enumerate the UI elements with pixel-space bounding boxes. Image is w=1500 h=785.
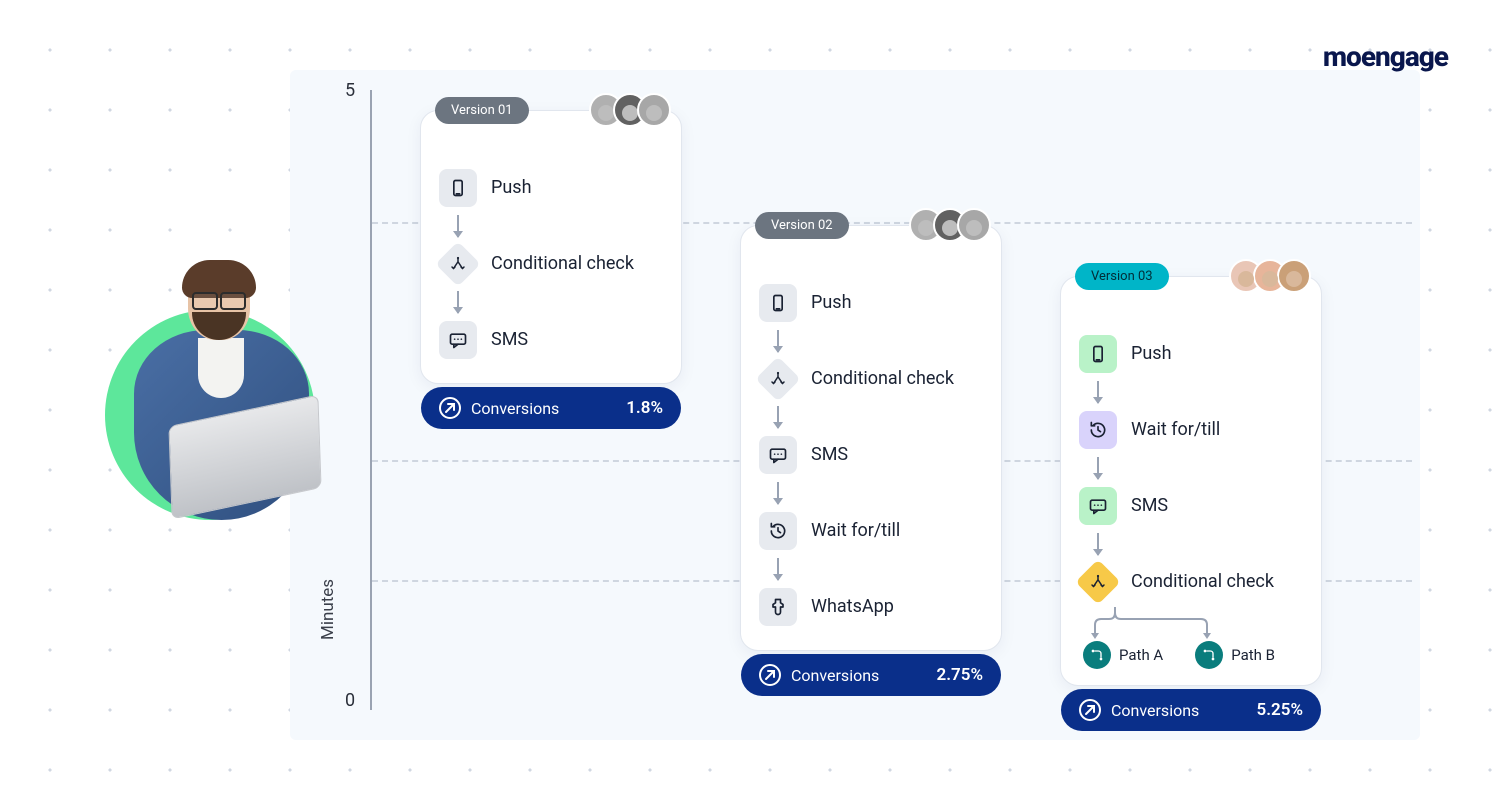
flow-step: SMS [1079, 487, 1303, 525]
path-icon [1195, 641, 1223, 669]
path-label: Path B [1231, 646, 1275, 664]
whatsapp-icon [759, 588, 797, 626]
flow-steps: Push Conditional check SMS Wait for/till Wha… [741, 270, 1001, 650]
brand-logo: moengage [1323, 40, 1448, 73]
arrow-up-right-icon [759, 664, 781, 686]
flow-step: SMS [759, 436, 983, 474]
sms-icon [439, 321, 477, 359]
step-label: Wait for/till [1131, 419, 1220, 441]
flow-step: Wait for/till [759, 512, 983, 550]
push-icon [759, 284, 797, 322]
conversion-label: Conversions [1111, 701, 1199, 720]
path-label: Path A [1119, 646, 1163, 664]
conversion-bar: Conversions 2.75% [741, 654, 1001, 696]
flow-step: Wait for/till [1079, 411, 1303, 449]
split-connector [1097, 609, 1257, 635]
conditional-icon [755, 356, 800, 401]
connector-arrow [457, 215, 459, 237]
version-pill: Version 02 [755, 212, 849, 239]
flow-steps: Push Wait for/till SMS Conditional check Pa… [1061, 321, 1321, 685]
wait-icon [1079, 411, 1117, 449]
conversion-bar: Conversions 1.8% [421, 387, 681, 429]
version-card-3: Version 03 PushWait for/tillSMSCondition… [1060, 276, 1322, 686]
step-label: SMS [811, 444, 848, 466]
version-pill: Version 03 [1075, 263, 1169, 290]
connector-arrow [777, 406, 779, 428]
flow-steps: Push Conditional check SMS [421, 155, 681, 383]
conversion-bar: Conversions 5.25% [1061, 689, 1321, 731]
version-card-2: Version 02 PushConditional checkSMSWait … [740, 225, 1002, 651]
version-pill: Version 01 [435, 97, 529, 124]
avatar [637, 93, 671, 127]
connector-arrow [1097, 457, 1099, 479]
conditional-icon [435, 241, 480, 286]
avatar-group [919, 208, 991, 242]
hero-image [95, 260, 335, 530]
step-label: Conditional check [1131, 571, 1274, 593]
sms-icon [759, 436, 797, 474]
y-axis-max: 5 [345, 80, 355, 101]
avatar-group [1239, 259, 1311, 293]
y-axis-title: Minutes [318, 579, 338, 640]
y-axis [370, 90, 372, 710]
connector-arrow [1097, 381, 1099, 403]
connector-arrow [1097, 533, 1099, 555]
avatar [957, 208, 991, 242]
step-label: SMS [1131, 495, 1168, 517]
connector-arrow [457, 291, 459, 313]
flow-step: Push [439, 169, 663, 207]
flow-step: SMS [439, 321, 663, 359]
flow-step: Conditional check [1079, 563, 1303, 601]
path-row: Path A Path B [1079, 635, 1303, 669]
connector-arrow [777, 558, 779, 580]
flow-step: Push [759, 284, 983, 322]
flow-step: Conditional check [439, 245, 663, 283]
path-a: Path A [1083, 641, 1163, 669]
y-axis-min: 0 [345, 690, 355, 711]
arrow-up-right-icon [439, 397, 461, 419]
sms-icon [1079, 487, 1117, 525]
path-icon [1083, 641, 1111, 669]
conversion-value: 2.75% [936, 665, 983, 685]
flow-step: Conditional check [759, 360, 983, 398]
connector-arrow [777, 330, 779, 352]
avatar-group [599, 93, 671, 127]
conversion-value: 5.25% [1256, 700, 1303, 720]
conversion-label: Conversions [471, 399, 559, 418]
step-label: SMS [491, 329, 528, 351]
step-label: WhatsApp [811, 596, 894, 618]
push-icon [439, 169, 477, 207]
path-b: Path B [1195, 641, 1275, 669]
step-label: Push [491, 177, 531, 199]
conditional-icon [1075, 559, 1120, 604]
wait-icon [759, 512, 797, 550]
step-label: Conditional check [491, 253, 634, 275]
step-label: Wait for/till [811, 520, 900, 542]
push-icon [1079, 335, 1117, 373]
conversion-label: Conversions [791, 666, 879, 685]
version-card-1: Version 01 PushConditional checkSMS Conv… [420, 110, 682, 384]
step-label: Push [1131, 343, 1171, 365]
conversion-value: 1.8% [626, 398, 663, 418]
avatar [1277, 259, 1311, 293]
arrow-up-right-icon [1079, 699, 1101, 721]
flow-step: Push [1079, 335, 1303, 373]
step-label: Conditional check [811, 368, 954, 390]
flow-step: WhatsApp [759, 588, 983, 626]
step-label: Push [811, 292, 851, 314]
connector-arrow [777, 482, 779, 504]
